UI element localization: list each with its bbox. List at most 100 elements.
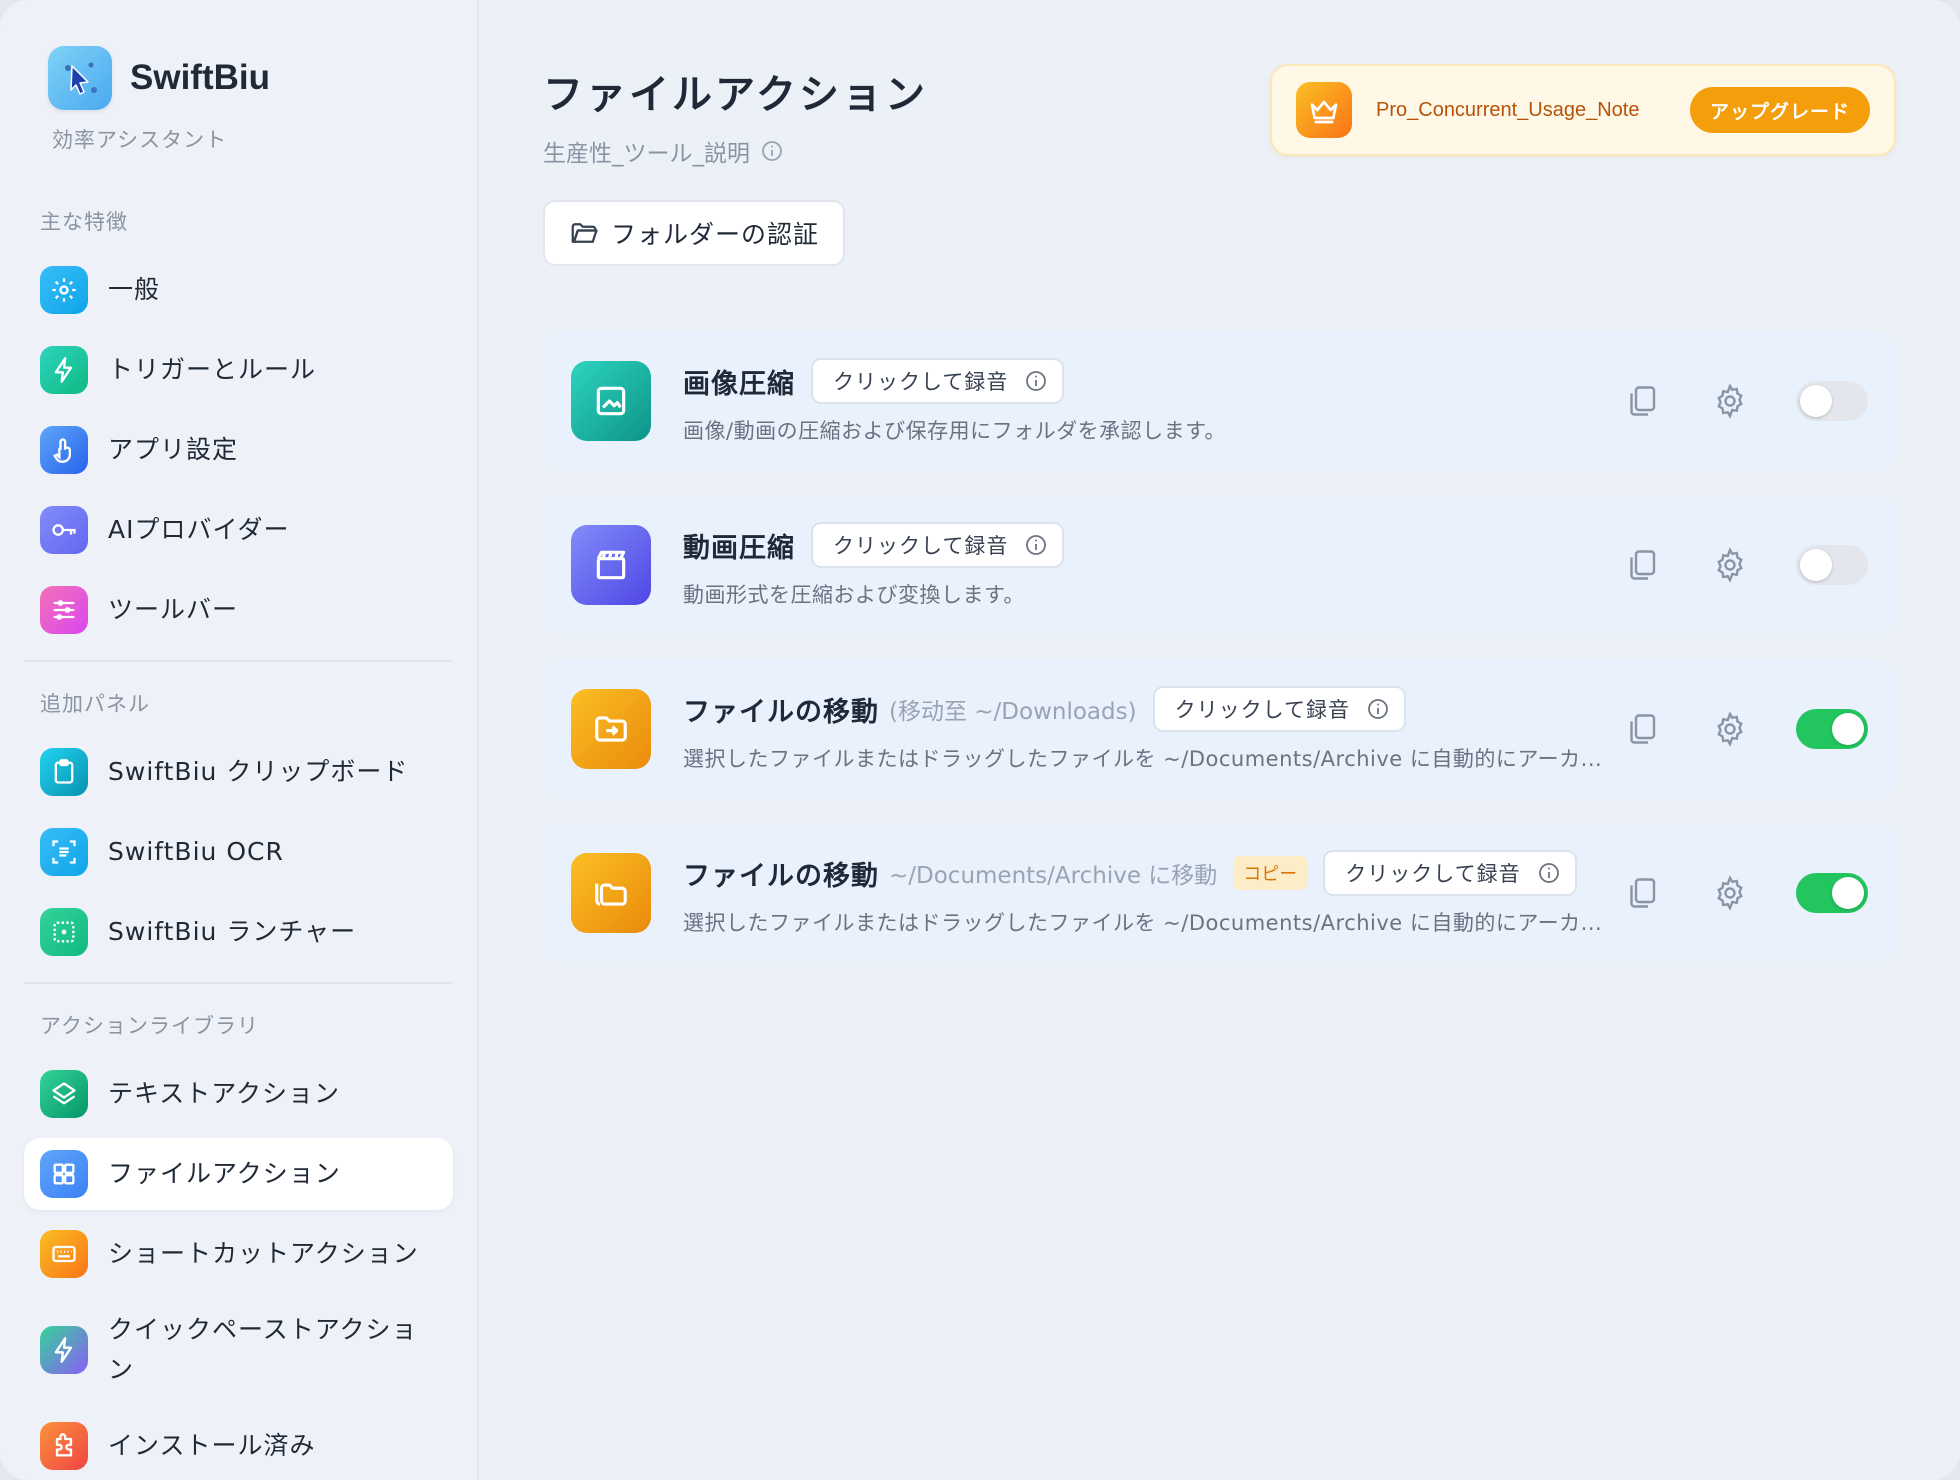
record-shortcut-button[interactable]: クリックして録音 — [1323, 850, 1577, 896]
keyboard-icon — [40, 1230, 88, 1278]
pointer-hand-icon — [40, 426, 88, 474]
action-card-move-file-archive: ファイルの移動 ~/Documents/Archive に移動 コピー クリック… — [543, 824, 1896, 962]
card-body: ファイルの移動 ~/Documents/Archive に移動 コピー クリック… — [683, 849, 1624, 937]
duplicate-icon[interactable] — [1624, 711, 1660, 747]
duplicate-icon[interactable] — [1624, 875, 1660, 911]
sidebar-item-launcher[interactable]: SwiftBiu ランチャー — [24, 896, 453, 968]
sidebar-item-shortcut-actions[interactable]: ショートカットアクション — [24, 1218, 453, 1290]
sidebar-item-label: テキストアクション — [108, 1079, 341, 1108]
action-card-video-compress: 動画圧縮 クリックして録音 動画形式を圧縮および変換します。 — [543, 496, 1896, 634]
card-title: ファイルの移動 — [683, 696, 879, 728]
info-icon[interactable] — [1537, 861, 1561, 885]
enable-toggle[interactable] — [1796, 545, 1868, 585]
app-subtitle: 効率アシスタント — [52, 128, 228, 152]
duplicate-icon[interactable] — [1624, 547, 1660, 583]
sidebar-item-quick-paste-actions[interactable]: クイックペーストアクション — [24, 1298, 453, 1402]
bolt-icon — [40, 1326, 88, 1374]
sidebar-item-label: AIプロバイダー — [108, 515, 290, 544]
puzzle-icon — [40, 1422, 88, 1470]
card-body: ファイルの移動 (移动至 ~/Downloads) クリックして録音 選択したフ… — [683, 685, 1624, 773]
card-actions — [1624, 709, 1868, 749]
enable-toggle[interactable] — [1796, 709, 1868, 749]
sidebar-item-general[interactable]: 一般 — [24, 254, 453, 326]
sidebar-item-clipboard[interactable]: SwiftBiu クリップボード — [24, 736, 453, 808]
sidebar-item-ocr[interactable]: SwiftBiu OCR — [24, 816, 453, 888]
settings-gear-icon[interactable] — [1712, 875, 1748, 911]
info-icon[interactable] — [1024, 533, 1048, 557]
lightning-icon — [40, 346, 88, 394]
image-icon — [571, 361, 651, 441]
sliders-icon — [40, 586, 88, 634]
card-body: 画像圧縮 クリックして録音 画像/動画の圧縮および保存用にフォルダを承認します。 — [683, 357, 1624, 445]
sidebar-item-label: ショートカットアクション — [108, 1239, 419, 1268]
layers-icon — [40, 1070, 88, 1118]
upgrade-button[interactable]: アップグレード — [1689, 87, 1870, 133]
sidebar-item-label: SwiftBiu ランチャー — [108, 917, 357, 946]
record-shortcut-button[interactable]: クリックして録音 — [1152, 686, 1406, 732]
info-icon[interactable] — [1366, 697, 1390, 721]
pro-banner-text: Pro_Concurrent_Usage_Note — [1376, 98, 1640, 121]
card-description: 選択したファイルまたはドラッグしたファイルを ~/Documents/Archi… — [683, 911, 1603, 935]
card-target-path: ~/Documents/Archive に移動 — [889, 863, 1218, 889]
page-subtitle-text: 生産性_ツール_説明 — [543, 141, 750, 167]
card-description: 選択したファイルまたはドラッグしたファイルを ~/Documents/Archi… — [683, 747, 1603, 771]
clipboard-icon — [40, 748, 88, 796]
record-shortcut-label: クリックして録音 — [833, 370, 1009, 394]
app-window: SwiftBiu 効率アシスタント 主な特徴 一般 トリガーとルール アプリ設定 — [0, 0, 1960, 1480]
card-header: ファイルの移動 (移动至 ~/Downloads) クリックして録音 — [683, 685, 1624, 733]
toggle-knob — [1832, 713, 1864, 745]
sidebar-item-toolbar[interactable]: ツールバー — [24, 574, 453, 646]
sidebar-item-label: インストール済み — [108, 1431, 316, 1460]
card-actions — [1624, 873, 1868, 913]
sidebar-item-file-actions[interactable]: ファイルアクション — [24, 1138, 453, 1210]
folder-open-icon — [571, 223, 598, 243]
settings-gear-icon[interactable] — [1712, 547, 1748, 583]
enable-toggle[interactable] — [1796, 381, 1868, 421]
card-actions — [1624, 545, 1868, 585]
sidebar-item-ai-provider[interactable]: AIプロバイダー — [24, 494, 453, 566]
key-icon — [40, 506, 88, 554]
sidebar-item-label: SwiftBiu OCR — [108, 837, 284, 866]
card-title: 画像圧縮 — [683, 368, 795, 400]
sidebar-divider — [24, 660, 453, 662]
enable-toggle[interactable] — [1796, 873, 1868, 913]
toggle-knob — [1800, 549, 1832, 581]
gear-icon — [40, 266, 88, 314]
card-header: 動画圧縮 クリックして録音 — [683, 521, 1624, 569]
pro-banner: Pro_Concurrent_Usage_Note アップグレード — [1270, 64, 1896, 156]
sidebar-divider — [24, 982, 453, 984]
card-description: 画像/動画の圧縮および保存用にフォルダを承認します。 — [683, 419, 1226, 443]
folder-move-icon — [571, 689, 651, 769]
sidebar-item-installed[interactable]: インストール済み — [24, 1410, 453, 1480]
authorize-folder-button[interactable]: フォルダーの認証 — [543, 200, 845, 266]
card-title: 動画圧縮 — [683, 532, 795, 564]
action-card-move-file-downloads: ファイルの移動 (移动至 ~/Downloads) クリックして録音 選択したフ… — [543, 660, 1896, 798]
card-actions — [1624, 381, 1868, 421]
folders-icon — [571, 853, 651, 933]
sidebar-item-label: 一般 — [108, 275, 161, 304]
record-shortcut-button[interactable]: クリックして録音 — [811, 358, 1065, 404]
authorize-folder-label: フォルダーの認証 — [611, 220, 820, 249]
sidebar-item-app-settings[interactable]: アプリ設定 — [24, 414, 453, 486]
sidebar-item-text-actions[interactable]: テキストアクション — [24, 1058, 453, 1130]
card-header: ファイルの移動 ~/Documents/Archive に移動 コピー クリック… — [683, 849, 1624, 897]
main-content: ファイルアクション 生産性_ツール_説明 Pro_Concurrent_Usag… — [479, 0, 1960, 1480]
crown-icon — [1296, 82, 1352, 138]
card-header: 画像圧縮 クリックして録音 — [683, 357, 1624, 405]
record-shortcut-button[interactable]: クリックして録音 — [811, 522, 1065, 568]
sidebar-item-triggers[interactable]: トリガーとルール — [24, 334, 453, 406]
info-icon[interactable] — [1024, 369, 1048, 393]
film-icon — [571, 525, 651, 605]
record-shortcut-label: クリックして録音 — [1174, 698, 1350, 722]
duplicate-icon[interactable] — [1624, 383, 1660, 419]
record-shortcut-label: クリックして録音 — [833, 534, 1009, 558]
section-title-extra-panels: 追加パネル — [40, 692, 150, 716]
settings-gear-icon[interactable] — [1712, 711, 1748, 747]
ocr-scan-icon — [40, 828, 88, 876]
sidebar-item-label: ファイルアクション — [108, 1159, 341, 1188]
section-title-action-library: アクションライブラリ — [40, 1014, 259, 1038]
info-icon[interactable] — [760, 139, 784, 163]
sidebar-item-label: クイックペーストアクション — [108, 1315, 418, 1384]
settings-gear-icon[interactable] — [1712, 383, 1748, 419]
app-logo-icon — [48, 46, 112, 110]
